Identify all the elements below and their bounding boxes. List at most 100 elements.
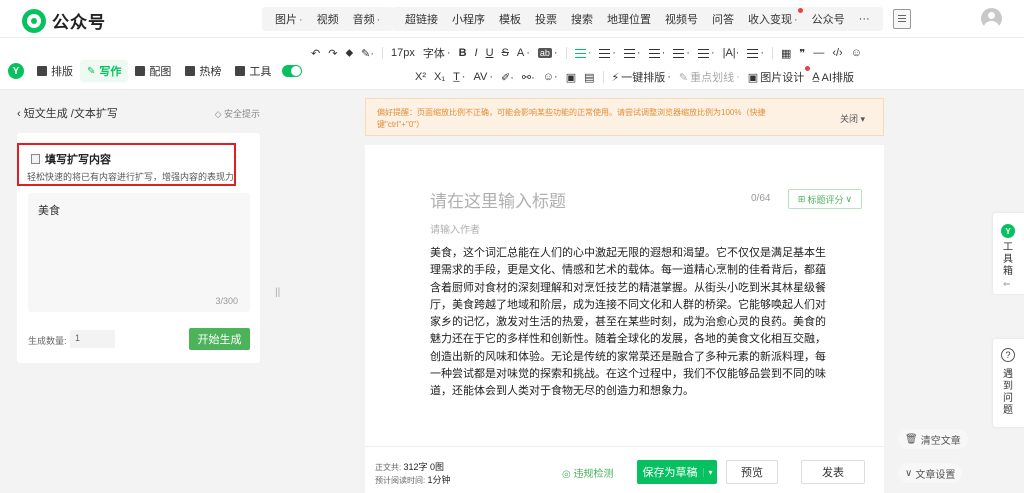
redo-icon[interactable]: ↷ — [324, 47, 341, 60]
save-dropdown-chevron-icon[interactable]: ▾ — [703, 467, 717, 477]
font-color-button[interactable]: A · — [513, 47, 534, 59]
strikethrough-button[interactable]: S — [498, 47, 513, 59]
assistant-toggle[interactable] — [282, 65, 303, 77]
notification-dot — [797, 8, 803, 13]
brush-icon[interactable]: ✐· — [497, 71, 518, 84]
warning-close-button[interactable]: 关闭 ▾ — [840, 112, 865, 125]
tab-layout[interactable]: 排版 — [30, 60, 80, 82]
calendar-icon[interactable]: ▤ — [580, 71, 598, 84]
format-painter-icon[interactable]: ⬥ — [341, 47, 357, 60]
highlight-color-button[interactable]: ab · — [534, 47, 562, 59]
save-draft-button[interactable]: 保存为草稿 ▾ — [637, 460, 717, 484]
insert-official-account[interactable]: 公众号 — [805, 11, 852, 27]
bold-button[interactable]: B — [455, 47, 471, 59]
smiley-icon[interactable]: ☺· — [539, 71, 562, 83]
generate-count-label: 生成数量: — [28, 336, 67, 346]
warning-close-label: 关闭 — [839, 114, 858, 124]
monetize-menu[interactable]: 收入变现 — [741, 8, 805, 27]
clear-article-button[interactable]: 🗑 清空文章 — [898, 429, 968, 449]
trash-icon: 🗑 — [905, 433, 918, 445]
link-icon[interactable]: ⚯· — [518, 71, 539, 84]
violation-check-label: 违规检测 — [573, 469, 614, 480]
clear-text-glyph: T̲ — [453, 71, 460, 83]
insert-channels[interactable]: 视频号 — [658, 11, 705, 27]
strike-glyph: S — [501, 47, 509, 59]
insert-template[interactable]: 模板 — [492, 11, 528, 27]
insert-audio-menu[interactable]: 音频 — [346, 11, 388, 27]
italic-button[interactable]: I — [471, 47, 482, 59]
clear-text-button[interactable]: T̲ · — [449, 71, 469, 83]
tab-write[interactable]: ✎ 写作 — [80, 60, 129, 82]
avatar[interactable] — [981, 8, 1002, 29]
tab-hot[interactable]: 热榜 — [178, 60, 228, 82]
list-icon[interactable]: · — [645, 47, 670, 59]
read-time-label: 预计阅读时间: — [375, 476, 426, 485]
violation-check-button[interactable]: ◎ 违规检测 — [562, 465, 614, 480]
image-design-button[interactable]: ▣ 图片设计 — [744, 66, 811, 85]
superscript-button[interactable]: X² — [411, 71, 430, 83]
insert-vote[interactable]: 投票 — [528, 11, 564, 27]
word-count-label: 正文共: — [375, 463, 402, 472]
generate-count-input[interactable]: 1 — [70, 330, 115, 348]
start-generate-button[interactable]: 开始生成 — [189, 328, 250, 350]
brand-logo[interactable]: 公众号 — [22, 8, 106, 33]
table-icon[interactable]: ▦ — [777, 47, 795, 60]
assistant-logo-icon[interactable]: Y — [8, 63, 24, 79]
letter-spacing-button[interactable]: AV · — [469, 71, 497, 83]
plus-square-icon: ⊞ — [797, 193, 806, 204]
ai-layout-label: AI排版 — [821, 72, 854, 84]
article-settings-label: 文章设置 — [915, 469, 956, 481]
emoji-icon[interactable]: ☺ — [847, 47, 866, 59]
tab-tools[interactable]: 工具 — [228, 60, 278, 82]
spacing-icon[interactable]: · — [743, 47, 768, 59]
insert-image-menu[interactable]: 图片 — [268, 11, 310, 27]
align-center-icon[interactable]: · — [595, 47, 620, 59]
shield-check-icon: ◎ — [562, 469, 574, 480]
breadcrumb[interactable]: ‹ 短文生成 /文本扩写 — [17, 105, 118, 121]
ai-layout-button[interactable]: A̲ AI排版 — [808, 69, 858, 85]
expand-content-input[interactable]: 美食 3/300 — [28, 193, 250, 312]
tab-image[interactable]: 配图 — [128, 60, 178, 82]
article-body[interactable]: 美食，这个词汇总能在人们的心中激起无限的遐想和渴望。它不仅仅是满足基本生理需求的… — [430, 245, 828, 401]
column-icon[interactable]: |A|· — [719, 47, 744, 59]
font-family-select[interactable]: 字体 · — [419, 45, 455, 61]
ai-icon: A̲ — [812, 71, 820, 83]
clear-format-icon[interactable]: ✎· — [357, 47, 378, 60]
insert-hyperlink[interactable]: 超链接 — [398, 11, 445, 27]
video-icon[interactable]: ▣ — [562, 71, 580, 84]
subscript-button[interactable]: X₁ — [430, 71, 449, 83]
horizontal-rule-icon[interactable]: — — [809, 47, 828, 59]
title-score-button[interactable]: ⊞ 标题评分 ∨ — [788, 189, 862, 209]
preview-button[interactable]: 预览 — [726, 460, 778, 484]
one-click-layout-button[interactable]: ⚡ 一键排版 · — [608, 69, 675, 85]
help-tab[interactable]: ? 遇到问题 — [993, 339, 1024, 427]
clear-article-label: 清空文章 — [920, 435, 961, 447]
panel-resize-handle[interactable]: || — [275, 287, 280, 298]
align-left-icon[interactable]: · — [571, 47, 596, 59]
quote-icon[interactable]: ❞ — [795, 47, 809, 60]
author-input[interactable]: 请输入作者 — [430, 221, 480, 236]
title-input[interactable]: 请在这里输入标题 — [430, 187, 566, 212]
more-menu-button[interactable]: ··· — [852, 13, 877, 25]
insert-miniprogram[interactable]: 小程序 — [445, 11, 492, 27]
underline-button[interactable]: U — [482, 47, 498, 59]
paragraph-spacing-icon[interactable]: · — [694, 47, 719, 59]
publish-button[interactable]: 发表 — [801, 460, 865, 484]
toolbox-tab[interactable]: Y 工具箱 ⇐ — [993, 213, 1024, 294]
tab-tools-label: 工具 — [249, 66, 272, 78]
article-settings-button[interactable]: ∨ 文章设置 — [898, 463, 963, 483]
tab-write-label: 写作 — [99, 66, 122, 78]
insert-qa[interactable]: 问答 — [705, 11, 741, 27]
insert-search[interactable]: 搜索 — [564, 11, 600, 27]
font-size-select[interactable]: 17px — [387, 47, 419, 59]
indent-icon[interactable]: · — [620, 47, 645, 59]
insert-location[interactable]: 地理位置 — [600, 11, 658, 27]
code-icon[interactable]: ‹/› — [828, 47, 846, 59]
insert-video-menu[interactable]: 视频 — [310, 11, 346, 27]
safety-tip-link[interactable]: ◇ 安全提示 — [215, 107, 260, 120]
format-row-2: X² X₁ T̲ · AV · ✐· ⚯· ☺· ▣ ▤ ⚡ 一键排版 · ✎ 重点划线 ·… — [411, 66, 858, 87]
document-icon[interactable] — [893, 9, 911, 29]
undo-icon[interactable]: ↶ — [307, 47, 324, 60]
highlight-underline-button[interactable]: ✎ 重点划线 · — [675, 69, 744, 85]
line-height-icon[interactable]: · — [669, 47, 694, 59]
